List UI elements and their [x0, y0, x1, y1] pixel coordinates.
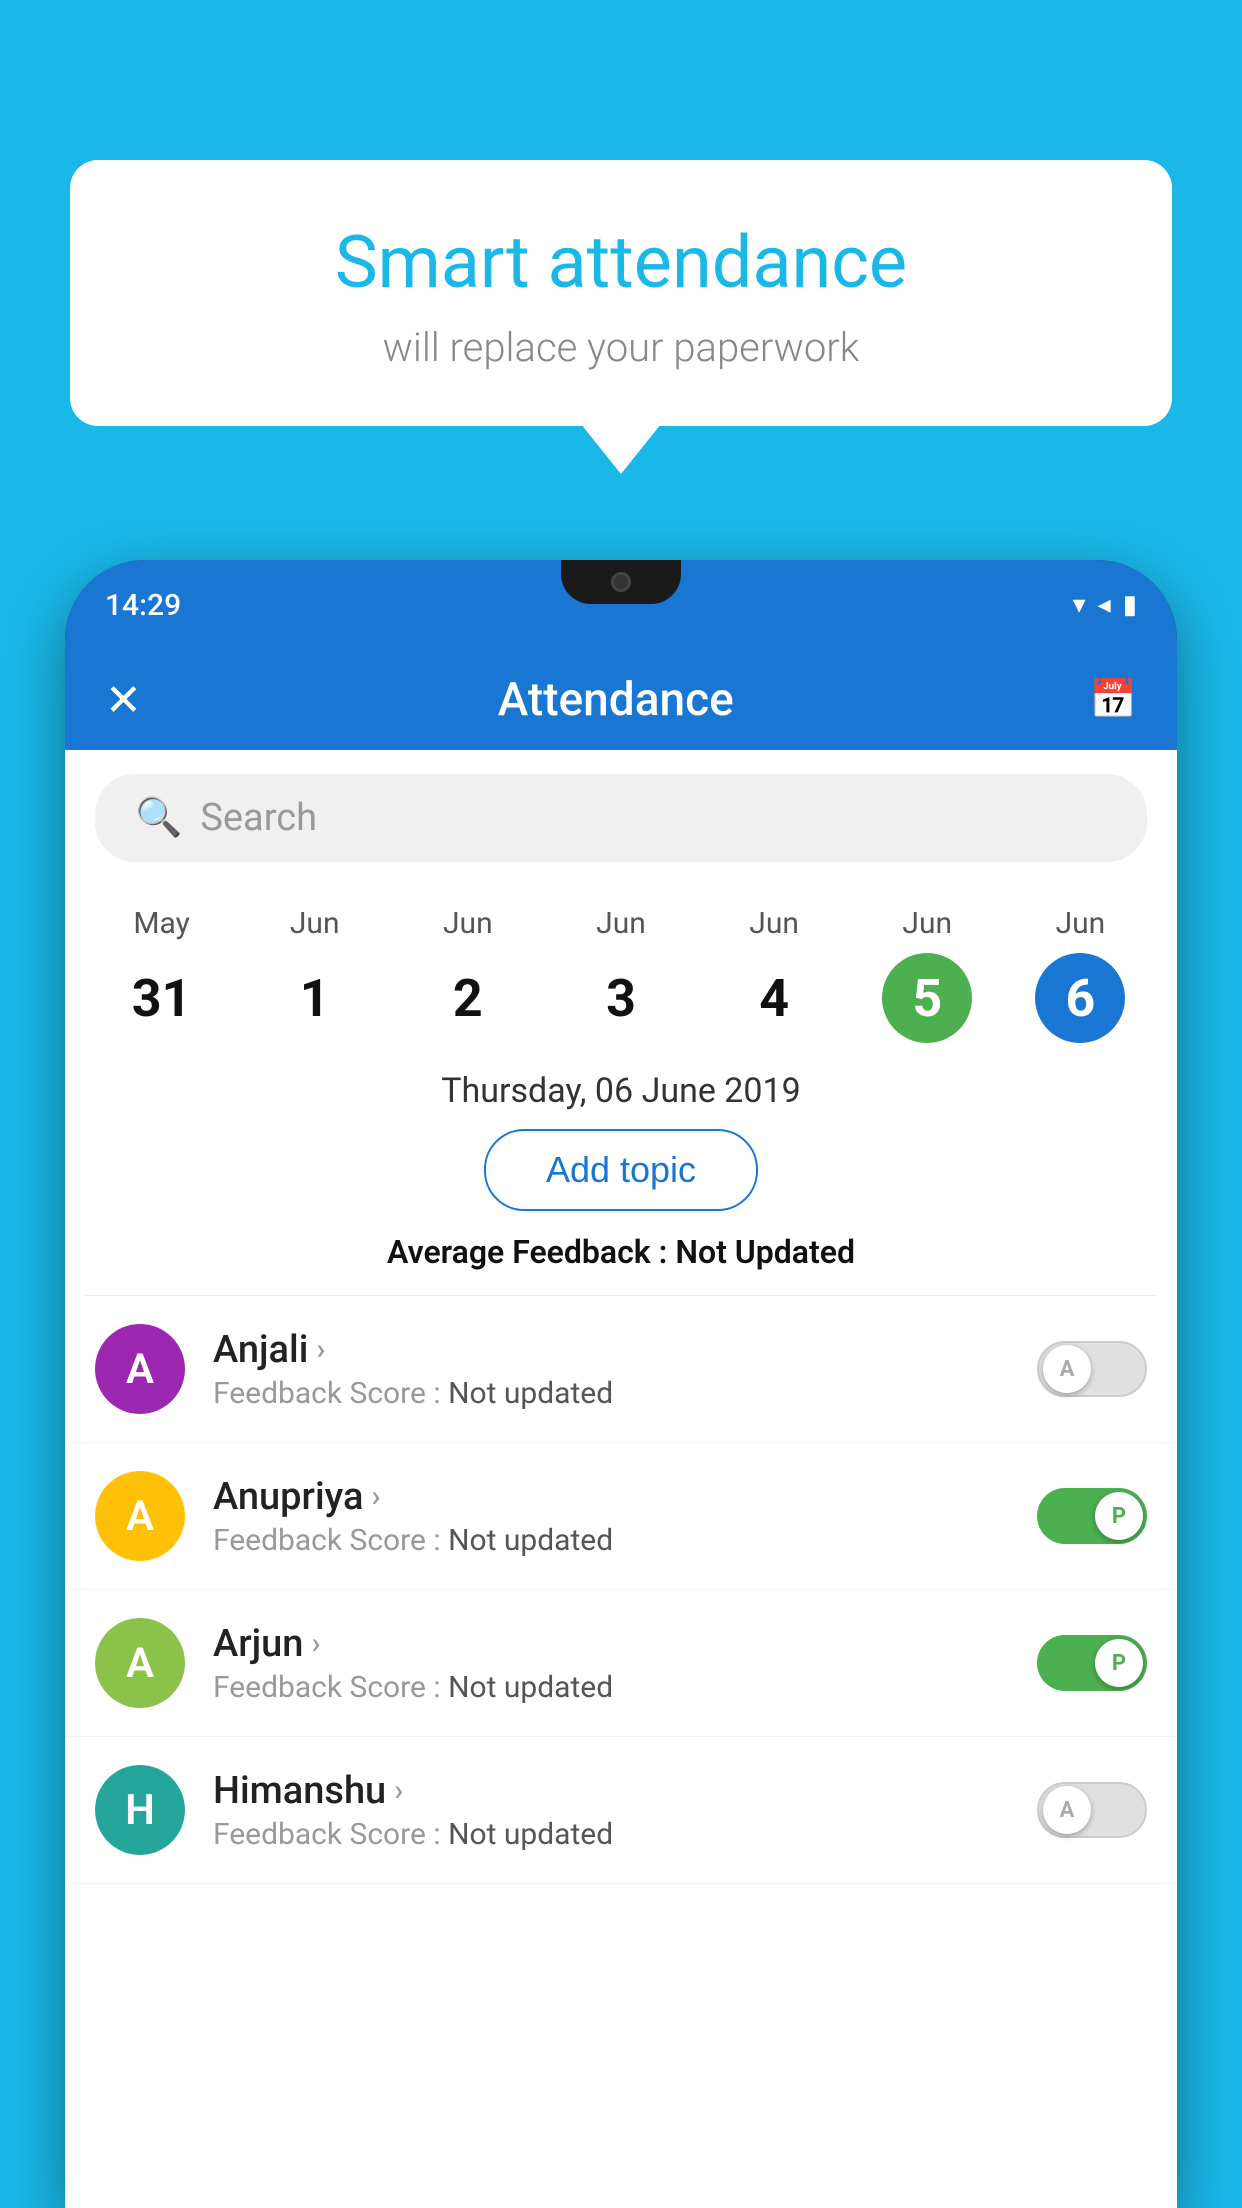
- date-month-label: Jun: [1056, 906, 1106, 941]
- date-column[interactable]: Jun 3: [576, 906, 666, 1043]
- student-avatar: A: [95, 1324, 185, 1414]
- student-avatar: H: [95, 1765, 185, 1855]
- chevron-right-icon: ›: [394, 1773, 403, 1808]
- search-icon: 🔍: [135, 796, 182, 840]
- student-info: Anupriya › Feedback Score : Not updated: [213, 1475, 1009, 1558]
- toggle-knob: P: [1095, 1492, 1143, 1540]
- date-column[interactable]: Jun 5: [882, 906, 972, 1043]
- status-bar: 14:29 ▾ ◂ ▮: [65, 560, 1177, 650]
- student-name: Himanshu ›: [213, 1769, 1009, 1813]
- app-title: Attendance: [498, 673, 734, 727]
- chevron-right-icon: ›: [311, 1626, 320, 1661]
- search-bar[interactable]: 🔍 Search: [95, 774, 1147, 862]
- student-info: Himanshu › Feedback Score : Not updated: [213, 1769, 1009, 1852]
- attendance-toggle-container[interactable]: A: [1037, 1782, 1147, 1838]
- notch-camera: [611, 572, 631, 592]
- student-list-item[interactable]: A Anjali › Feedback Score : Not updated A: [65, 1296, 1177, 1443]
- date-column[interactable]: Jun 1: [270, 906, 360, 1043]
- student-feedback-score: Feedback Score : Not updated: [213, 1817, 1009, 1852]
- student-info: Arjun › Feedback Score : Not updated: [213, 1622, 1009, 1705]
- student-feedback-score: Feedback Score : Not updated: [213, 1670, 1009, 1705]
- signal-icon: ◂: [1098, 590, 1111, 620]
- student-info: Anjali › Feedback Score : Not updated: [213, 1328, 1009, 1411]
- attendance-toggle-container[interactable]: P: [1037, 1488, 1147, 1544]
- app-header: ✕ Attendance 📅: [65, 650, 1177, 750]
- phone-frame: 14:29 ▾ ◂ ▮ ✕ Attendance 📅 🔍 Search May 3…: [65, 560, 1177, 2208]
- calendar-icon[interactable]: 📅: [1090, 678, 1137, 722]
- attendance-toggle-container[interactable]: P: [1037, 1635, 1147, 1691]
- date-month-label: May: [133, 906, 189, 941]
- toggle-knob: A: [1043, 1345, 1091, 1393]
- date-strip: May 31 Jun 1 Jun 2 Jun 3 Jun 4 Jun 5 Jun 6: [65, 886, 1177, 1043]
- date-month-label: Jun: [749, 906, 799, 941]
- student-name: Anupriya ›: [213, 1475, 1009, 1519]
- date-day-number[interactable]: 6: [1035, 953, 1125, 1043]
- student-avatar: A: [95, 1618, 185, 1708]
- toggle-knob: P: [1095, 1639, 1143, 1687]
- date-column[interactable]: Jun 2: [423, 906, 513, 1043]
- average-feedback: Average Feedback : Not Updated: [65, 1233, 1177, 1271]
- battery-icon: ▮: [1123, 590, 1137, 620]
- student-list-item[interactable]: H Himanshu › Feedback Score : Not updated A: [65, 1737, 1177, 1884]
- student-feedback-score: Feedback Score : Not updated: [213, 1523, 1009, 1558]
- phone-notch: [561, 560, 681, 604]
- bubble-title: Smart attendance: [120, 220, 1122, 306]
- close-button[interactable]: ✕: [105, 674, 142, 726]
- date-day-number[interactable]: 5: [882, 953, 972, 1043]
- attendance-toggle[interactable]: P: [1037, 1488, 1147, 1544]
- date-month-label: Jun: [596, 906, 646, 941]
- wifi-icon: ▾: [1073, 590, 1086, 620]
- date-column[interactable]: Jun 6: [1035, 906, 1125, 1043]
- speech-bubble: Smart attendance will replace your paper…: [70, 160, 1172, 426]
- student-feedback-score: Feedback Score : Not updated: [213, 1376, 1009, 1411]
- attendance-toggle[interactable]: A: [1037, 1341, 1147, 1397]
- date-day-number[interactable]: 4: [729, 953, 819, 1043]
- status-time: 14:29: [105, 588, 181, 623]
- add-topic-button[interactable]: Add topic: [484, 1129, 758, 1211]
- date-day-number[interactable]: 2: [423, 953, 513, 1043]
- avg-feedback-label: Average Feedback :: [387, 1233, 675, 1271]
- bubble-subtitle: will replace your paperwork: [120, 324, 1122, 371]
- chevron-right-icon: ›: [316, 1332, 325, 1367]
- chevron-right-icon: ›: [371, 1479, 380, 1514]
- app-content: 🔍 Search May 31 Jun 1 Jun 2 Jun 3 Jun 4 Jun 5 Jun 6 T…: [65, 750, 1177, 2208]
- date-month-label: Jun: [443, 906, 493, 941]
- status-icons: ▾ ◂ ▮: [1073, 590, 1137, 620]
- attendance-toggle[interactable]: A: [1037, 1782, 1147, 1838]
- avg-feedback-value: Not Updated: [675, 1233, 855, 1271]
- date-column[interactable]: Jun 4: [729, 906, 819, 1043]
- date-month-label: Jun: [902, 906, 952, 941]
- student-name: Arjun ›: [213, 1622, 1009, 1666]
- selected-date: Thursday, 06 June 2019: [65, 1071, 1177, 1111]
- student-list-item[interactable]: A Anupriya › Feedback Score : Not updated P: [65, 1443, 1177, 1590]
- student-list-item[interactable]: A Arjun › Feedback Score : Not updated P: [65, 1590, 1177, 1737]
- date-day-number[interactable]: 3: [576, 953, 666, 1043]
- toggle-knob: A: [1043, 1786, 1091, 1834]
- student-avatar: A: [95, 1471, 185, 1561]
- search-placeholder: Search: [200, 796, 317, 840]
- date-month-label: Jun: [290, 906, 340, 941]
- date-column[interactable]: May 31: [117, 906, 207, 1043]
- date-day-number[interactable]: 31: [117, 953, 207, 1043]
- student-list: AAnjali ›Feedback Score : Not updatedAAA…: [65, 1296, 1177, 1884]
- attendance-toggle[interactable]: P: [1037, 1635, 1147, 1691]
- date-day-number[interactable]: 1: [270, 953, 360, 1043]
- student-name: Anjali ›: [213, 1328, 1009, 1372]
- attendance-toggle-container[interactable]: A: [1037, 1341, 1147, 1397]
